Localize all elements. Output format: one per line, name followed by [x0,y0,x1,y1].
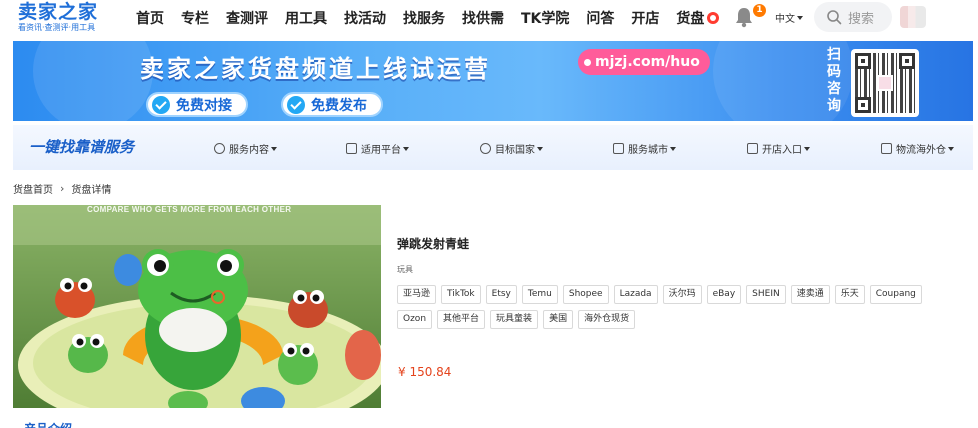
top-header: 卖家之家 看资讯·查测评·用工具 首页 专栏 查测评 用工具 找活动 找服务 找… [0,0,978,36]
filter-country[interactable]: 目标国家 [480,141,543,156]
tag-tiktok[interactable]: TikTok [441,285,481,304]
tag-ebay[interactable]: eBay [706,285,742,304]
dot-icon [584,58,591,66]
filter-label: 服务城市 [628,145,668,156]
chevron-down-icon [797,15,803,20]
banner-url-text: mjzj.com/huo [595,54,700,70]
filter-label: 开店入口 [762,145,802,156]
tag-shopee[interactable]: Shopee [562,285,609,304]
filter-label: 适用平台 [361,145,401,156]
product-category: 玩具 [397,265,413,274]
platform-tags: 亚马逊 TikTok Etsy Temu Shopee Lazada 沃尔玛 e… [397,285,957,335]
tag-shein[interactable]: SHEIN [746,285,786,304]
language-label: 中文 [775,14,795,25]
product-price: ¥ 150.84 [398,365,452,379]
notification-badge: 1 [753,4,766,17]
image-caption: COMPARE WHO GETS MORE FROM EACH OTHER [87,205,292,214]
nav-item-goods[interactable]: 货盘 [676,8,720,28]
product-image[interactable]: COMPARE WHO GETS MORE FROM EACH OTHER [13,205,381,408]
promo-banner[interactable]: 卖家之家货盘频道上线试运营 mjzj.com/huo 免费对接 免费发布 扫码咨… [13,41,973,121]
tag-lazada[interactable]: Lazada [613,285,658,304]
logo-slogan: 看资讯·查测评·用工具 [18,23,96,32]
check-icon [287,95,305,114]
tag-coupang[interactable]: Coupang [869,285,922,304]
bell-icon[interactable] [734,6,754,28]
nav-item-events[interactable]: 找活动 [344,8,386,28]
breadcrumb-home[interactable]: 货盘首页 [13,181,53,196]
tag-etsy[interactable]: Etsy [485,285,517,304]
filter-label: 目标国家 [495,145,535,156]
avatar[interactable] [900,6,926,28]
nav-item-reviews[interactable]: 查测评 [226,8,268,28]
language-switcher[interactable]: 中文 [775,10,803,25]
banner-url: mjzj.com/huo [578,49,710,75]
tag-ozon[interactable]: Ozon [397,310,433,329]
free-match-button[interactable]: 免费对接 [146,92,248,117]
tag-usa[interactable]: 美国 [543,310,574,329]
building-icon [613,143,624,154]
search-placeholder: 搜索 [848,11,875,27]
layers-icon [346,143,357,154]
filter-city[interactable]: 服务城市 [613,141,676,156]
warehouse-icon [881,143,892,154]
free-match-label: 免费对接 [176,97,232,114]
nav-item-column[interactable]: 专栏 [181,8,209,28]
filter-logistics[interactable]: 物流海外仓 [881,141,954,156]
service-bar-title[interactable]: 一键找靠谱服务 [29,136,134,157]
filter-store-entry[interactable]: 开店入口 [747,141,810,156]
chevron-down-icon [670,146,676,151]
breadcrumb-current: 货盘详情 [71,185,112,196]
logo-text: 卖家之家 [18,1,99,23]
free-publish-label: 免费发布 [311,97,367,114]
nav-item-open-store[interactable]: 开店 [631,8,659,28]
chevron-down-icon [271,146,277,151]
tag-walmart[interactable]: 沃尔玛 [662,285,702,304]
filter-label: 服务内容 [229,145,269,156]
filter-service-content[interactable]: 服务内容 [214,141,277,156]
tag-aliexpress[interactable]: 速卖通 [790,285,830,304]
free-publish-button[interactable]: 免费发布 [281,92,383,117]
qr-code [851,49,919,117]
filter-label: 物流海外仓 [896,145,946,156]
breadcrumb: 货盘首页 › 货盘详情 [13,181,111,196]
nav-item-tools[interactable]: 用工具 [285,8,327,28]
chevron-down-icon [537,146,543,151]
nav-item-services[interactable]: 找服务 [403,8,445,28]
tag-amazon[interactable]: 亚马逊 [397,285,437,304]
check-icon [152,95,170,114]
chevron-down-icon [403,146,409,151]
service-filter-bar: 一键找靠谱服务 服务内容 适用平台 目标国家 服务城市 开店入口 物流海外仓 [13,125,973,170]
heart-icon [214,143,225,154]
main-nav: 首页 专栏 查测评 用工具 找活动 找服务 找供需 TK学院 问答 开店 货盘 [136,0,736,36]
qr-label: 扫码咨询 [827,47,841,114]
chevron-down-icon [948,146,954,151]
search-icon [827,10,842,25]
nav-item-tk-academy[interactable]: TK学院 [521,8,569,28]
nav-item-goods-label: 货盘 [676,11,705,27]
tag-rakuten[interactable]: 乐天 [834,285,865,304]
tag-overseas-stock[interactable]: 海外仓现货 [578,310,636,329]
site-logo[interactable]: 卖家之家 看资讯·查测评·用工具 [18,1,108,35]
nav-item-qa[interactable]: 问答 [586,8,614,28]
banner-title: 卖家之家货盘频道上线试运营 [140,55,491,83]
nav-item-supply-demand[interactable]: 找供需 [462,8,504,28]
hot-icon [707,12,720,24]
tag-other-platforms[interactable]: 其他平台 [437,310,486,329]
filter-platform[interactable]: 适用平台 [346,141,409,156]
section-product-intro: 产品介绍 [24,420,72,428]
globe-icon [480,143,491,154]
door-icon [747,143,758,154]
tag-temu[interactable]: Temu [521,285,558,304]
search-box[interactable]: 搜索 [814,2,892,32]
product-title: 弹跳发射青蛙 [397,237,470,251]
chevron-right-icon: › [60,182,65,195]
tag-toys-kidswear[interactable]: 玩具童装 [490,310,539,329]
chevron-down-icon [804,146,810,151]
nav-item-home[interactable]: 首页 [136,8,164,28]
